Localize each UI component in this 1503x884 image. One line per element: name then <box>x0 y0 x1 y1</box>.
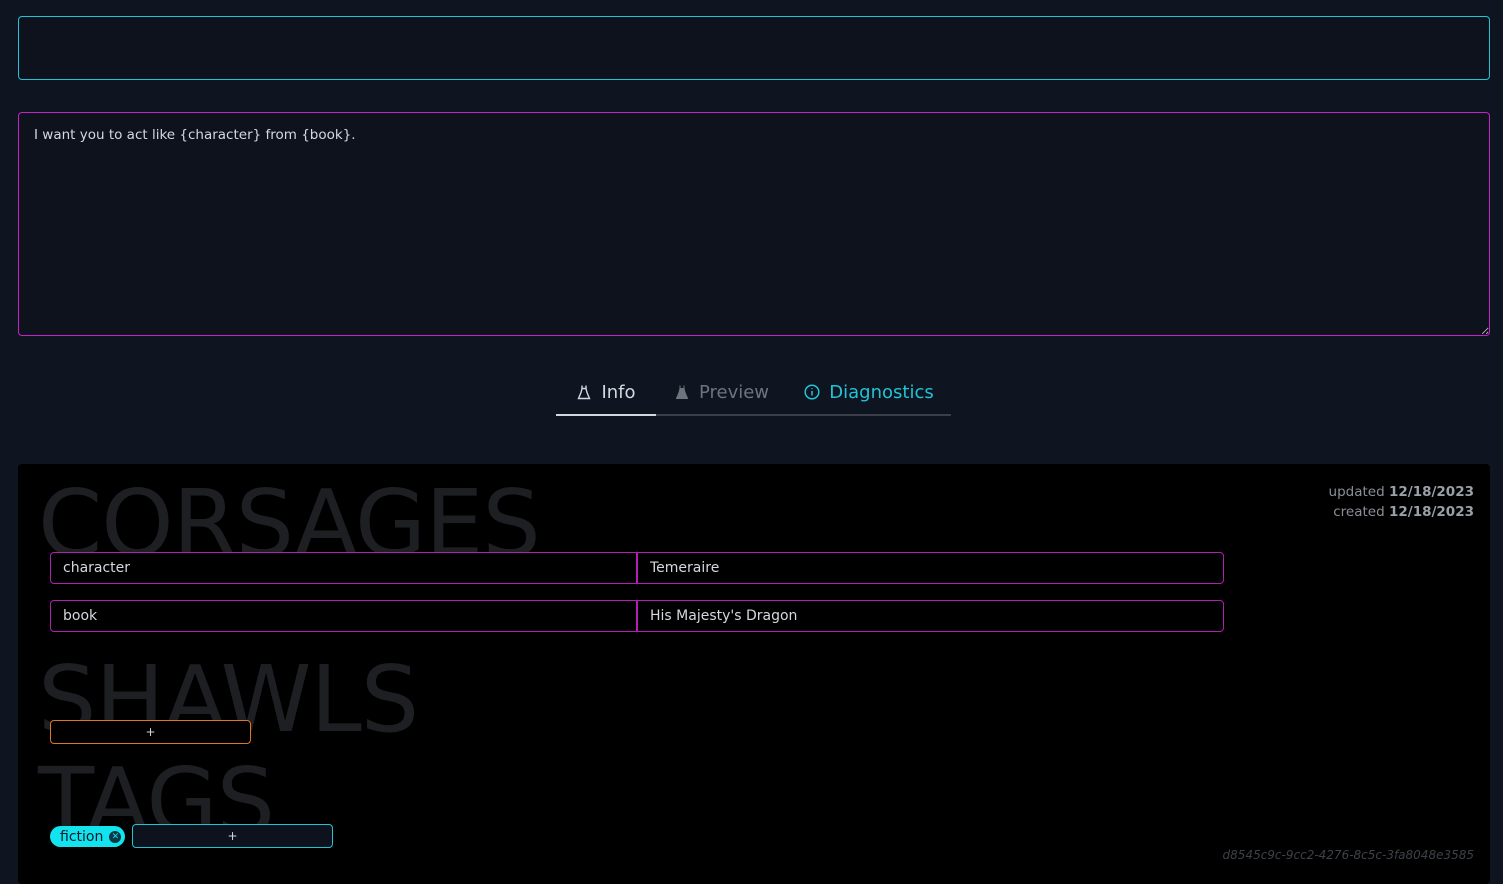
tab-info-label: Info <box>601 381 636 403</box>
tag-chip-label: fiction <box>60 828 104 845</box>
created-label: created <box>1333 504 1385 520</box>
tab-info[interactable]: Info <box>556 370 656 416</box>
info-panel: CORSAGES SHAWLS TAGS updated 12/18/2023 … <box>18 464 1490 884</box>
tab-diagnostics[interactable]: Diagnostics <box>787 370 951 414</box>
corsage-value-input[interactable] <box>637 600 1224 632</box>
add-tag-button[interactable]: + <box>132 824 333 848</box>
updated-label: updated <box>1328 484 1385 500</box>
prompt-textarea[interactable]: I want you to act like {character} from … <box>18 112 1490 336</box>
dress-filled-icon <box>675 385 689 399</box>
updated-line: updated 12/18/2023 <box>1329 482 1474 502</box>
title-input[interactable] <box>18 16 1490 80</box>
tab-diagnostics-label: Diagnostics <box>829 381 934 403</box>
tab-preview[interactable]: Preview <box>656 370 787 414</box>
created-line: created 12/18/2023 <box>1329 502 1474 522</box>
tab-bar: Info Preview Diagnostics <box>556 370 951 416</box>
corsage-key-input[interactable] <box>50 552 637 584</box>
remove-tag-icon[interactable]: ✕ <box>109 830 122 843</box>
tab-preview-label: Preview <box>698 381 770 403</box>
updated-date: 12/18/2023 <box>1388 484 1474 500</box>
timestamps: updated 12/18/2023 created 12/18/2023 <box>1329 482 1474 522</box>
dress-icon <box>577 385 592 400</box>
corsage-row <box>50 600 1224 632</box>
prompt-id: d8545c9c-9cc2-4276-8c5c-3fa8048e3585 <box>1222 848 1474 862</box>
add-shawl-button[interactable]: + <box>50 720 251 744</box>
corsage-key-input[interactable] <box>50 600 637 632</box>
info-circle-icon <box>804 384 820 400</box>
corsage-row <box>50 552 1224 584</box>
created-date: 12/18/2023 <box>1388 504 1474 520</box>
corsage-value-input[interactable] <box>637 552 1224 584</box>
tag-chip[interactable]: fiction ✕ <box>50 826 126 847</box>
